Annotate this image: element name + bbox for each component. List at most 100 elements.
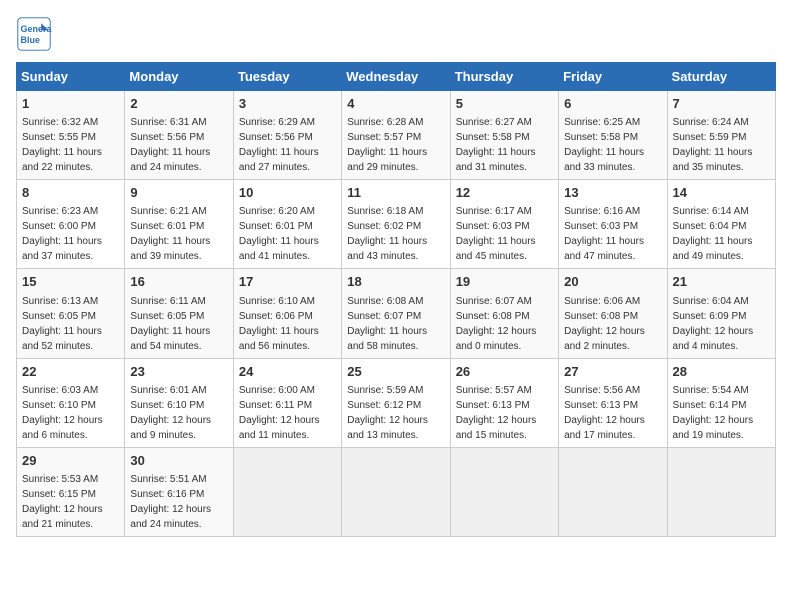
day-info: Sunrise: 6:03 AMSunset: 6:10 PMDaylight:…: [22, 385, 103, 441]
day-info: Sunrise: 6:08 AMSunset: 6:07 PMDaylight:…: [347, 296, 427, 352]
day-number: 29: [22, 452, 119, 470]
calendar-table: SundayMondayTuesdayWednesdayThursdayFrid…: [16, 62, 776, 537]
day-number: 28: [673, 363, 770, 381]
header-friday: Friday: [559, 63, 667, 91]
logo-icon: General Blue: [16, 16, 52, 52]
header-thursday: Thursday: [450, 63, 558, 91]
table-row: 27 Sunrise: 5:56 AMSunset: 6:13 PMDaylig…: [559, 358, 667, 447]
day-number: 21: [673, 273, 770, 291]
day-info: Sunrise: 6:04 AMSunset: 6:09 PMDaylight:…: [673, 296, 754, 352]
day-number: 18: [347, 273, 444, 291]
table-row: [233, 447, 341, 536]
day-info: Sunrise: 6:16 AMSunset: 6:03 PMDaylight:…: [564, 206, 644, 262]
table-row: [667, 447, 775, 536]
day-number: 12: [456, 184, 553, 202]
day-number: 10: [239, 184, 336, 202]
table-row: 23 Sunrise: 6:01 AMSunset: 6:10 PMDaylig…: [125, 358, 233, 447]
day-number: 16: [130, 273, 227, 291]
day-number: 23: [130, 363, 227, 381]
day-number: 22: [22, 363, 119, 381]
table-row: 1 Sunrise: 6:32 AMSunset: 5:55 PMDayligh…: [17, 91, 125, 180]
week-row-2: 8 Sunrise: 6:23 AMSunset: 6:00 PMDayligh…: [17, 180, 776, 269]
table-row: 16 Sunrise: 6:11 AMSunset: 6:05 PMDaylig…: [125, 269, 233, 358]
table-row: 6 Sunrise: 6:25 AMSunset: 5:58 PMDayligh…: [559, 91, 667, 180]
day-info: Sunrise: 6:00 AMSunset: 6:11 PMDaylight:…: [239, 385, 320, 441]
day-number: 11: [347, 184, 444, 202]
day-info: Sunrise: 6:32 AMSunset: 5:55 PMDaylight:…: [22, 117, 102, 173]
day-number: 27: [564, 363, 661, 381]
day-number: 9: [130, 184, 227, 202]
day-number: 4: [347, 95, 444, 113]
day-info: Sunrise: 6:10 AMSunset: 6:06 PMDaylight:…: [239, 296, 319, 352]
table-row: [342, 447, 450, 536]
day-number: 19: [456, 273, 553, 291]
table-row: 26 Sunrise: 5:57 AMSunset: 6:13 PMDaylig…: [450, 358, 558, 447]
day-info: Sunrise: 5:53 AMSunset: 6:15 PMDaylight:…: [22, 474, 103, 530]
table-row: [559, 447, 667, 536]
header-wednesday: Wednesday: [342, 63, 450, 91]
svg-text:Blue: Blue: [21, 35, 41, 45]
week-row-4: 22 Sunrise: 6:03 AMSunset: 6:10 PMDaylig…: [17, 358, 776, 447]
day-info: Sunrise: 5:57 AMSunset: 6:13 PMDaylight:…: [456, 385, 537, 441]
table-row: 10 Sunrise: 6:20 AMSunset: 6:01 PMDaylig…: [233, 180, 341, 269]
day-number: 8: [22, 184, 119, 202]
table-row: 7 Sunrise: 6:24 AMSunset: 5:59 PMDayligh…: [667, 91, 775, 180]
day-info: Sunrise: 6:14 AMSunset: 6:04 PMDaylight:…: [673, 206, 753, 262]
day-number: 14: [673, 184, 770, 202]
header-saturday: Saturday: [667, 63, 775, 91]
day-info: Sunrise: 6:18 AMSunset: 6:02 PMDaylight:…: [347, 206, 427, 262]
table-row: 17 Sunrise: 6:10 AMSunset: 6:06 PMDaylig…: [233, 269, 341, 358]
week-row-5: 29 Sunrise: 5:53 AMSunset: 6:15 PMDaylig…: [17, 447, 776, 536]
table-row: 8 Sunrise: 6:23 AMSunset: 6:00 PMDayligh…: [17, 180, 125, 269]
day-info: Sunrise: 6:21 AMSunset: 6:01 PMDaylight:…: [130, 206, 210, 262]
day-number: 25: [347, 363, 444, 381]
table-row: 28 Sunrise: 5:54 AMSunset: 6:14 PMDaylig…: [667, 358, 775, 447]
page-header: General Blue: [16, 16, 776, 52]
day-info: Sunrise: 6:23 AMSunset: 6:00 PMDaylight:…: [22, 206, 102, 262]
day-number: 15: [22, 273, 119, 291]
day-number: 7: [673, 95, 770, 113]
day-info: Sunrise: 6:06 AMSunset: 6:08 PMDaylight:…: [564, 296, 645, 352]
table-row: 18 Sunrise: 6:08 AMSunset: 6:07 PMDaylig…: [342, 269, 450, 358]
logo: General Blue: [16, 16, 56, 52]
day-number: 24: [239, 363, 336, 381]
header-sunday: Sunday: [17, 63, 125, 91]
table-row: 29 Sunrise: 5:53 AMSunset: 6:15 PMDaylig…: [17, 447, 125, 536]
day-number: 2: [130, 95, 227, 113]
table-row: 30 Sunrise: 5:51 AMSunset: 6:16 PMDaylig…: [125, 447, 233, 536]
day-info: Sunrise: 6:25 AMSunset: 5:58 PMDaylight:…: [564, 117, 644, 173]
day-number: 5: [456, 95, 553, 113]
week-row-3: 15 Sunrise: 6:13 AMSunset: 6:05 PMDaylig…: [17, 269, 776, 358]
day-info: Sunrise: 6:01 AMSunset: 6:10 PMDaylight:…: [130, 385, 211, 441]
day-info: Sunrise: 5:54 AMSunset: 6:14 PMDaylight:…: [673, 385, 754, 441]
header-tuesday: Tuesday: [233, 63, 341, 91]
header-monday: Monday: [125, 63, 233, 91]
table-row: 5 Sunrise: 6:27 AMSunset: 5:58 PMDayligh…: [450, 91, 558, 180]
day-info: Sunrise: 6:17 AMSunset: 6:03 PMDaylight:…: [456, 206, 536, 262]
day-info: Sunrise: 5:59 AMSunset: 6:12 PMDaylight:…: [347, 385, 428, 441]
day-info: Sunrise: 6:07 AMSunset: 6:08 PMDaylight:…: [456, 296, 537, 352]
day-info: Sunrise: 6:27 AMSunset: 5:58 PMDaylight:…: [456, 117, 536, 173]
day-number: 26: [456, 363, 553, 381]
day-info: Sunrise: 6:29 AMSunset: 5:56 PMDaylight:…: [239, 117, 319, 173]
table-row: 3 Sunrise: 6:29 AMSunset: 5:56 PMDayligh…: [233, 91, 341, 180]
day-info: Sunrise: 6:24 AMSunset: 5:59 PMDaylight:…: [673, 117, 753, 173]
table-row: 9 Sunrise: 6:21 AMSunset: 6:01 PMDayligh…: [125, 180, 233, 269]
day-info: Sunrise: 6:13 AMSunset: 6:05 PMDaylight:…: [22, 296, 102, 352]
day-info: Sunrise: 6:11 AMSunset: 6:05 PMDaylight:…: [130, 296, 210, 352]
week-row-1: 1 Sunrise: 6:32 AMSunset: 5:55 PMDayligh…: [17, 91, 776, 180]
day-info: Sunrise: 5:51 AMSunset: 6:16 PMDaylight:…: [130, 474, 211, 530]
table-row: 2 Sunrise: 6:31 AMSunset: 5:56 PMDayligh…: [125, 91, 233, 180]
table-row: 13 Sunrise: 6:16 AMSunset: 6:03 PMDaylig…: [559, 180, 667, 269]
table-row: 14 Sunrise: 6:14 AMSunset: 6:04 PMDaylig…: [667, 180, 775, 269]
table-row: 21 Sunrise: 6:04 AMSunset: 6:09 PMDaylig…: [667, 269, 775, 358]
day-info: Sunrise: 5:56 AMSunset: 6:13 PMDaylight:…: [564, 385, 645, 441]
day-info: Sunrise: 6:20 AMSunset: 6:01 PMDaylight:…: [239, 206, 319, 262]
day-info: Sunrise: 6:28 AMSunset: 5:57 PMDaylight:…: [347, 117, 427, 173]
day-number: 17: [239, 273, 336, 291]
day-number: 13: [564, 184, 661, 202]
day-number: 1: [22, 95, 119, 113]
table-row: 4 Sunrise: 6:28 AMSunset: 5:57 PMDayligh…: [342, 91, 450, 180]
table-row: 12 Sunrise: 6:17 AMSunset: 6:03 PMDaylig…: [450, 180, 558, 269]
day-number: 30: [130, 452, 227, 470]
